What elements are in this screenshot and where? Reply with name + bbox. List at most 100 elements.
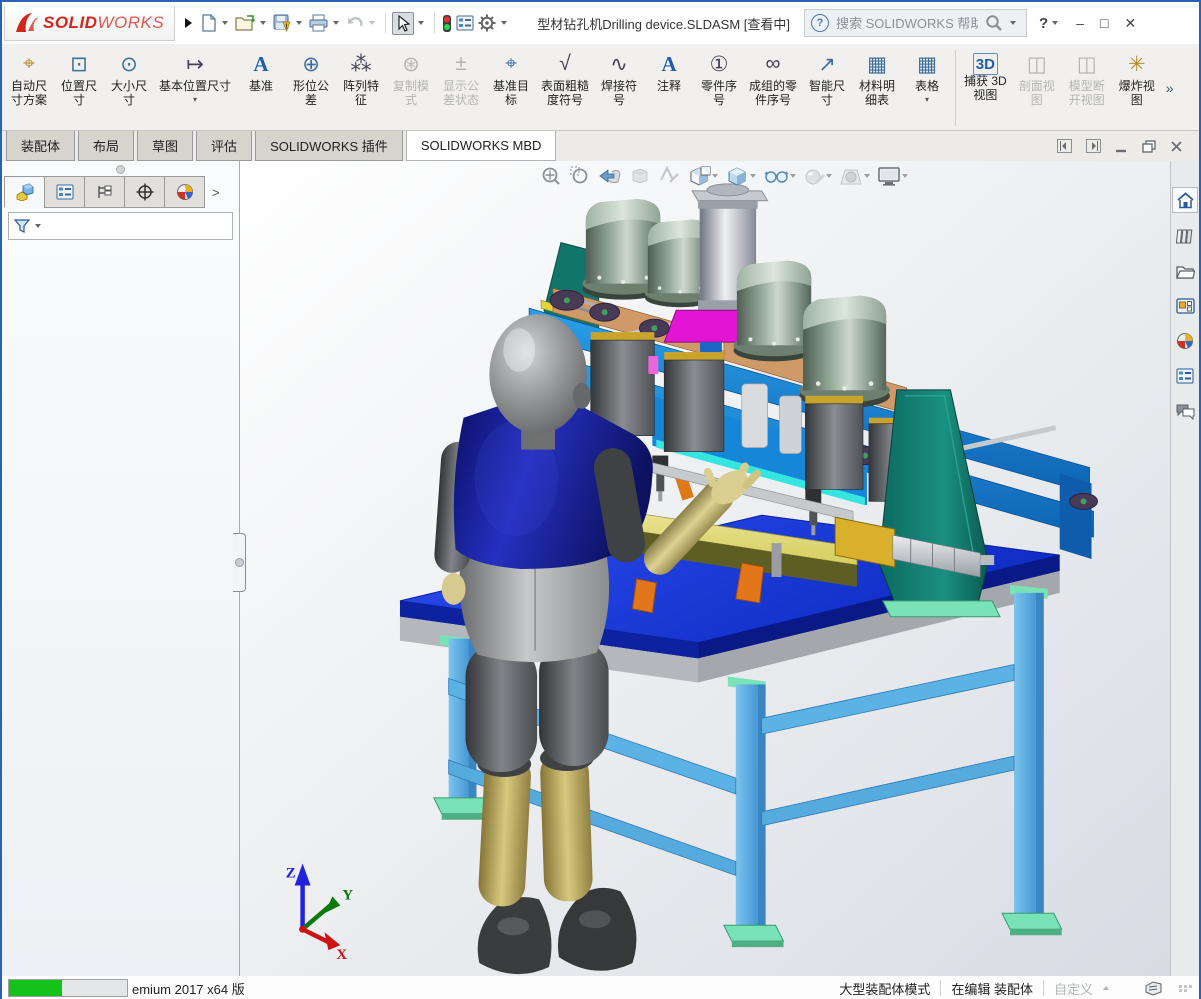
save-button[interactable]: !: [272, 12, 292, 34]
panel-grip[interactable]: [116, 165, 125, 174]
bill-of-materials-button[interactable]: ▦ 材料明 细表: [852, 46, 902, 130]
panel-splitter-handle[interactable]: [233, 533, 246, 592]
collapse-right-icon[interactable]: [1086, 139, 1101, 153]
maximize-button[interactable]: □: [1100, 15, 1108, 31]
customize-button[interactable]: 自定义: [1054, 979, 1093, 998]
size-dimension-icon: ⊙: [120, 52, 138, 76]
doc-close-icon[interactable]: [1170, 140, 1183, 153]
help-caret[interactable]: [1052, 21, 1059, 25]
rebuild-button[interactable]: [441, 12, 453, 35]
geometric-tolerance-button[interactable]: ⊕ 形位公 差: [286, 46, 336, 130]
smart-dimension-button[interactable]: ↗ 智能尺 寸: [802, 46, 852, 130]
apply-scene-button[interactable]: [839, 166, 870, 186]
customize-caret[interactable]: [1103, 986, 1109, 990]
close-button[interactable]: ✕: [1124, 15, 1136, 32]
hide-show-items-button[interactable]: [763, 166, 796, 186]
doc-minimize-icon[interactable]: [1115, 140, 1128, 153]
view-settings-button[interactable]: [877, 166, 908, 187]
balloon-button[interactable]: ① 零件序 号: [694, 46, 744, 130]
basic-location-dimension-button[interactable]: ↦ 基本位置尺寸: [154, 46, 236, 130]
displaymanager-tab[interactable]: [164, 176, 205, 208]
drill-motor-4[interactable]: [799, 295, 890, 409]
design-library-button[interactable]: [1173, 224, 1197, 248]
undo-button[interactable]: [345, 13, 365, 33]
tab-layout[interactable]: 布局: [78, 131, 135, 161]
undo-icon: [348, 17, 363, 27]
zoom-to-area-button[interactable]: [569, 165, 591, 187]
tab-mbd[interactable]: SOLIDWORKS MBD: [405, 131, 557, 161]
copy-scheme-button[interactable]: ⊛ 复制模 式: [386, 46, 436, 130]
doc-restore-icon[interactable]: [1142, 139, 1156, 153]
section-view-button[interactable]: ◫ 剖面视 图: [1012, 46, 1062, 130]
view-orientation-button[interactable]: [687, 165, 718, 187]
task-pane-home-button[interactable]: [1172, 187, 1198, 213]
surface-finish-symbol-button[interactable]: √ 表面粗糙 度符号: [536, 46, 594, 130]
capture-3d-view-button[interactable]: 3D 捕获 3D 视图: [959, 46, 1012, 130]
configurationmanager-tab[interactable]: [84, 176, 125, 208]
manager-tabs-expand[interactable]: >: [212, 185, 220, 200]
file-explorer-button[interactable]: [1173, 259, 1197, 283]
select-button[interactable]: [392, 11, 415, 35]
stacked-balloon-button[interactable]: ∞ 成组的零 件序号: [744, 46, 802, 130]
resize-grip[interactable]: [1179, 984, 1193, 992]
graphics-viewport[interactable]: Z Y X: [240, 161, 1170, 976]
datum-button[interactable]: A 基准: [236, 46, 286, 130]
options-list-button[interactable]: [455, 13, 475, 33]
search-box[interactable]: ?: [804, 9, 1028, 37]
hide-show-items-caret[interactable]: [790, 174, 796, 178]
show-tolerance-status-button[interactable]: ± 显示公 差状态: [436, 46, 486, 130]
auto-dimension-scheme-button[interactable]: ⌖ 自动尺 寸方案: [4, 46, 54, 130]
weld-symbol-button[interactable]: ∿ 焊接符 号: [594, 46, 644, 130]
quick-tips-tag-icon[interactable]: [1145, 980, 1163, 996]
new-document-button[interactable]: [200, 12, 218, 34]
open-button[interactable]: [234, 12, 256, 34]
minimize-button[interactable]: –: [1076, 15, 1084, 31]
datum-target-button[interactable]: ⌖ 基准目 标: [486, 46, 536, 130]
display-style-button[interactable]: [725, 165, 756, 187]
main-area: > Z Y X: [2, 161, 1199, 976]
drill-motor-3[interactable]: [733, 260, 815, 362]
pattern-feature-button[interactable]: ⁂ 阵列特 征: [336, 46, 386, 130]
search-icon[interactable]: [985, 14, 1003, 32]
appearances-scenes-button[interactable]: [1173, 329, 1197, 353]
tab-sketch[interactable]: 草图: [137, 131, 194, 161]
settings-gear-button[interactable]: [477, 12, 497, 34]
help-button[interactable]: ?: [1039, 15, 1048, 32]
dynamic-annotation-views-button[interactable]: [658, 166, 680, 186]
smart-dimension-label: 智能尺 寸: [809, 79, 846, 107]
custom-properties-button[interactable]: [1173, 364, 1197, 388]
menu-flyout-arrow[interactable]: [185, 18, 193, 28]
3d-scene[interactable]: Z Y X: [240, 161, 1170, 976]
dimxpertmanager-tab[interactable]: [124, 176, 165, 208]
edit-appearance-caret[interactable]: [826, 174, 832, 178]
apply-scene-caret[interactable]: [864, 174, 870, 178]
display-style-caret[interactable]: [750, 174, 756, 178]
tab-evaluate[interactable]: 评估: [196, 131, 253, 161]
tab-addins[interactable]: SOLIDWORKS 插件: [255, 131, 403, 161]
view-settings-caret[interactable]: [902, 174, 908, 178]
size-dimension-button[interactable]: ⊙ 大小尺 寸: [104, 46, 154, 130]
model-break-view-button[interactable]: ◫ 模型断 开视图: [1062, 46, 1112, 130]
view-orientation-caret[interactable]: [712, 174, 718, 178]
exploded-view-button[interactable]: ✳ 爆炸视 图: [1112, 46, 1162, 130]
view-palette-button[interactable]: [1173, 294, 1197, 318]
section-view-button[interactable]: [629, 166, 651, 186]
note-button[interactable]: A 注释: [644, 46, 694, 130]
forum-button[interactable]: [1173, 399, 1197, 423]
featuremanager-tab[interactable]: [4, 176, 45, 208]
filter-bar[interactable]: [8, 212, 233, 240]
tables-button[interactable]: ▦ 表格: [902, 46, 952, 130]
edit-appearance-button[interactable]: [803, 166, 832, 186]
collapse-left-icon[interactable]: [1057, 139, 1072, 153]
zoom-to-fit-button[interactable]: [540, 165, 562, 187]
location-dimension-button[interactable]: ⊡ 位置尺 寸: [54, 46, 104, 130]
filter-caret[interactable]: [35, 224, 41, 228]
tab-assembly[interactable]: 装配体: [6, 131, 76, 161]
search-input[interactable]: [834, 14, 981, 32]
search-dropdown-caret[interactable]: [1010, 21, 1017, 25]
print-button[interactable]: [308, 12, 329, 34]
bill-of-materials-label: 材料明 细表: [859, 79, 896, 107]
previous-view-button[interactable]: [598, 166, 622, 186]
propertymanager-tab[interactable]: [44, 176, 85, 208]
ribbon-overflow-button[interactable]: »: [1162, 46, 1178, 130]
